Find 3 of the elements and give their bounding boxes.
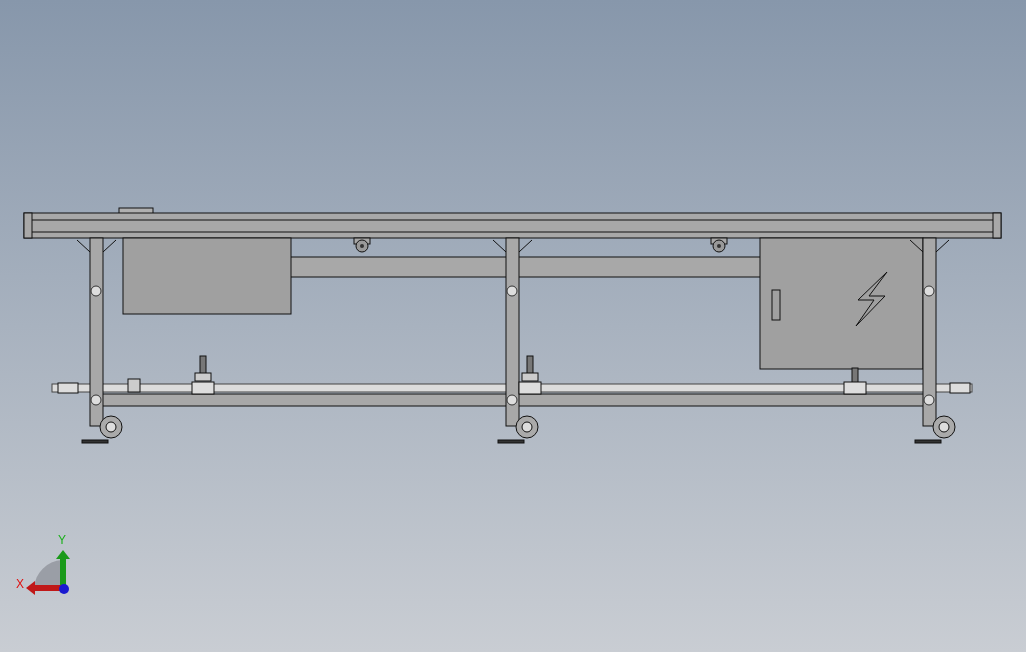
- z-axis-icon: [59, 584, 69, 594]
- x-axis-label: X: [16, 577, 24, 591]
- y-axis-label: Y: [58, 533, 66, 547]
